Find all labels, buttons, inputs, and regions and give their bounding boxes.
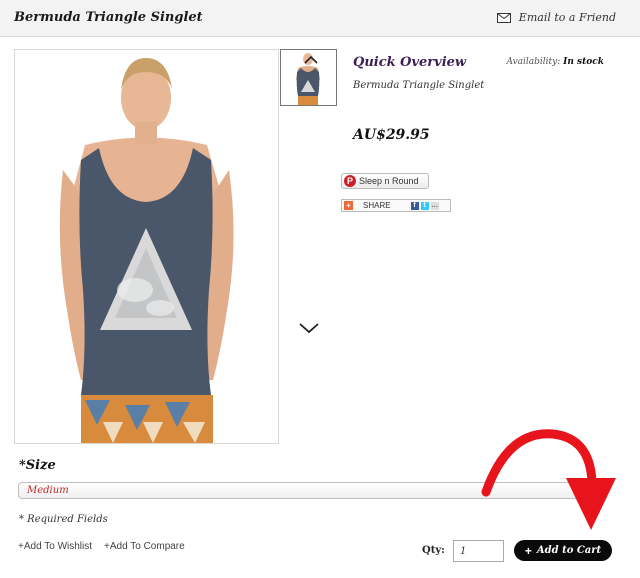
pinterest-button[interactable]: P Sleep n Round [341,173,429,189]
availability-label: Availability: [506,57,561,67]
email-friend-link[interactable]: Email to a Friend [496,11,616,24]
model-photo [59,58,234,443]
pinterest-label: Sleep n Round [359,176,419,186]
wishlist-label: Add To Wishlist [23,541,93,552]
envelope-icon [496,12,511,23]
share-label: SHARE [363,201,391,210]
select-arrows-icon [593,485,601,496]
pinterest-icon: P [344,175,356,187]
required-fields-note: * Required Fields [19,514,108,525]
product-header: Bermuda Triangle Singlet Email to a Frie… [0,0,640,37]
qty-label: Qty: [422,545,445,556]
add-to-wishlist-link[interactable]: +Add To Wishlist [18,541,92,552]
add-to-cart-button[interactable]: + Add to Cart [514,540,612,561]
size-select[interactable]: Medium [18,482,606,499]
overview-product-name: Bermuda Triangle Singlet [353,80,485,91]
red-arrow-annotation [481,429,616,530]
compare-label: Add To Compare [109,541,185,552]
add-to-cart-label: Add to Cart [536,545,602,556]
more-icon: … [430,201,439,210]
availability-value: In stock [563,57,604,67]
main-product-image[interactable] [14,49,279,444]
availability: Availability: In stock [506,57,604,67]
chevron-down-icon [299,323,319,334]
add-to-compare-link[interactable]: +Add To Compare [104,541,185,552]
twitter-icon: t [420,201,429,210]
price: AU$29.95 [353,127,430,143]
product-title: Bermuda Triangle Singlet [14,10,203,25]
facebook-icon: f [410,201,419,210]
email-friend-label: Email to a Friend [518,11,616,24]
plus-icon: + [524,543,532,558]
gallery-up-button[interactable] [303,49,319,68]
gallery-down-button[interactable] [298,320,320,339]
size-selected-value: Medium [27,485,69,496]
qty-input[interactable] [453,540,504,562]
size-label: *Size [19,458,56,473]
share-button[interactable]: + SHARE f t … [341,199,451,212]
quick-overview-title: Quick Overview [353,55,467,70]
chevron-up-icon [304,55,318,64]
addthis-plus-icon: + [344,201,353,210]
